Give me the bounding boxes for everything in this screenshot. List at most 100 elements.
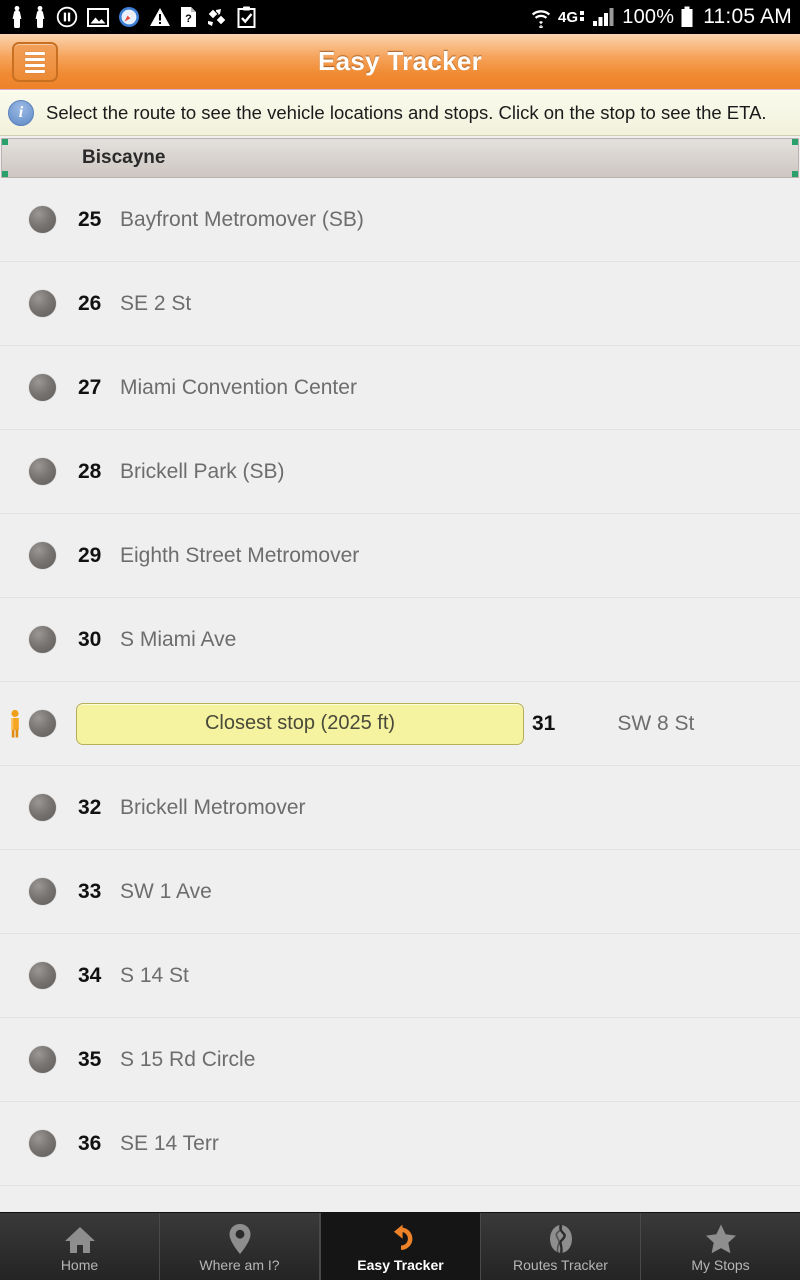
stop-number: 34 bbox=[78, 963, 102, 987]
app-root: ? 4G 100% 11:05 AM Easy Tracker i Select… bbox=[0, 0, 800, 1280]
stop-row[interactable]: 27 Miami Convention Center bbox=[0, 346, 800, 430]
question-file-icon: ? bbox=[180, 6, 197, 28]
stop-name: Bayfront Metromover (SB) bbox=[120, 207, 364, 231]
stop-row[interactable]: 37Fin. District Metromover bbox=[0, 1186, 800, 1212]
nav-item-label: My Stops bbox=[691, 1256, 750, 1273]
stop-number: 25 bbox=[78, 207, 102, 231]
stop-name: SW 1 Ave bbox=[120, 879, 212, 903]
stop-node-icon bbox=[29, 290, 56, 317]
battery-full-icon bbox=[680, 6, 694, 28]
stop-row[interactable]: 28 Brickell Park (SB) bbox=[0, 430, 800, 514]
nav-item-label: Where am I? bbox=[199, 1256, 280, 1273]
corner-accent bbox=[2, 171, 8, 177]
stop-row[interactable]: 30 S Miami Ave bbox=[0, 598, 800, 682]
status-bar-right-icons: 4G 100% 11:05 AM bbox=[530, 5, 792, 29]
corner-accent bbox=[792, 139, 798, 145]
person-icon bbox=[10, 6, 24, 28]
stop-name: S 14 St bbox=[120, 963, 189, 987]
stop-row[interactable]: 35 S 15 Rd Circle bbox=[0, 1018, 800, 1102]
stop-name: Brickell Metromover bbox=[120, 795, 306, 819]
stop-number: 30 bbox=[78, 627, 102, 651]
stop-node-icon bbox=[29, 1130, 56, 1157]
network-type-label: 4G bbox=[558, 8, 586, 26]
image-icon bbox=[87, 7, 109, 27]
nav-item-routes-tracker[interactable]: Routes Tracker bbox=[481, 1213, 641, 1280]
refresh-arrow-icon bbox=[384, 1221, 418, 1255]
star-icon bbox=[704, 1221, 738, 1255]
svg-text:?: ? bbox=[185, 13, 192, 25]
clipboard-check-icon bbox=[237, 6, 256, 28]
nav-item-home[interactable]: Home bbox=[0, 1213, 160, 1280]
status-bar: ? 4G 100% 11:05 AM bbox=[0, 0, 800, 34]
signal-bars-icon bbox=[592, 7, 616, 27]
info-banner-text: Select the route to see the vehicle loca… bbox=[46, 101, 767, 123]
info-banner: i Select the route to see the vehicle lo… bbox=[0, 90, 800, 136]
stop-name: SW 8 St bbox=[617, 711, 695, 735]
stop-node-icon bbox=[29, 794, 56, 821]
stop-node-icon bbox=[29, 878, 56, 905]
stop-name: Miami Convention Center bbox=[120, 375, 357, 399]
stop-number: 33 bbox=[78, 879, 102, 903]
stop-row[interactable]: 36 SE 14 Terr bbox=[0, 1102, 800, 1186]
corner-accent bbox=[2, 139, 8, 145]
stop-name: SE 14 Terr bbox=[120, 1131, 219, 1155]
closest-stop-badge[interactable]: Closest stop (2025 ft) bbox=[76, 702, 524, 745]
person-icon bbox=[33, 6, 47, 28]
nav-item-label: Routes Tracker bbox=[513, 1256, 608, 1273]
stop-row[interactable]: 34 S 14 St bbox=[0, 934, 800, 1018]
stop-name: Brickell Park (SB) bbox=[120, 459, 285, 483]
nav-item-easy-tracker[interactable]: Easy Tracker bbox=[320, 1213, 481, 1280]
wifi-icon bbox=[530, 6, 552, 28]
app-header: Easy Tracker bbox=[0, 34, 800, 90]
clock-label: 11:05 AM bbox=[703, 5, 792, 28]
stop-row[interactable]: Closest stop (2025 ft) 31 SW 8 St bbox=[0, 682, 800, 766]
hamburger-glyph bbox=[25, 51, 45, 73]
stop-row[interactable]: 33 SW 1 Ave bbox=[0, 850, 800, 934]
nav-item-label: Home bbox=[60, 1256, 99, 1273]
stop-node-icon bbox=[29, 374, 56, 401]
stop-number: 32 bbox=[78, 795, 102, 819]
stop-number: 35 bbox=[78, 1047, 102, 1071]
bottom-navigation: Home Where am I? Easy Tracker Routes Tracke… bbox=[0, 1212, 800, 1280]
stop-row[interactable]: 32 Brickell Metromover bbox=[0, 766, 800, 850]
stop-name: S 15 Rd Circle bbox=[120, 1047, 256, 1071]
stop-row[interactable]: 26 SE 2 St bbox=[0, 262, 800, 346]
stop-name: Eighth Street Metromover bbox=[120, 543, 360, 567]
stop-number: 31 bbox=[532, 711, 556, 735]
info-circle-icon: i bbox=[8, 99, 34, 126]
home-icon bbox=[63, 1221, 97, 1255]
stop-number: 36 bbox=[78, 1131, 102, 1155]
page-title: Easy Tracker bbox=[317, 46, 483, 76]
compass-icon bbox=[118, 6, 140, 28]
stop-list: 25 Bayfront Metromover (SB) 26 SE 2 St 27 Mia… bbox=[0, 178, 800, 1212]
globe-icon bbox=[545, 1221, 577, 1255]
stop-node-icon bbox=[29, 542, 56, 569]
battery-percent-label: 100% bbox=[622, 5, 675, 28]
nav-item-where-am-i[interactable]: Where am I? bbox=[160, 1213, 320, 1280]
stop-node-icon bbox=[29, 458, 56, 485]
corner-accent bbox=[792, 171, 798, 177]
route-header[interactable]: Biscayne bbox=[1, 138, 799, 178]
status-bar-left-icons: ? bbox=[10, 6, 256, 28]
pause-circle-icon bbox=[56, 6, 78, 28]
stop-node-icon bbox=[29, 206, 56, 233]
list-menu-icon[interactable] bbox=[12, 42, 58, 82]
stop-node-icon bbox=[29, 626, 56, 653]
stop-name: S Miami Ave bbox=[120, 627, 237, 651]
stop-name: SE 2 St bbox=[120, 291, 192, 315]
stop-row[interactable]: 29 Eighth Street Metromover bbox=[0, 514, 800, 598]
puzzle-icon bbox=[206, 7, 228, 28]
svg-text:4G: 4G bbox=[558, 9, 578, 26]
nav-item-my-stops[interactable]: My Stops bbox=[641, 1213, 800, 1280]
stop-number: 27 bbox=[78, 375, 102, 399]
nav-item-label: Easy Tracker bbox=[357, 1256, 444, 1273]
stop-list-container[interactable]: 25 Bayfront Metromover (SB) 26 SE 2 St 27 Mia… bbox=[0, 178, 800, 1212]
stop-row[interactable]: 25 Bayfront Metromover (SB) bbox=[0, 178, 800, 262]
stop-node-icon bbox=[29, 962, 56, 989]
route-name-label: Biscayne bbox=[82, 147, 166, 168]
pedestrian-icon bbox=[8, 709, 22, 739]
stop-node-icon bbox=[29, 1046, 56, 1073]
map-pin-icon bbox=[225, 1221, 255, 1255]
warning-triangle-icon bbox=[149, 7, 171, 27]
stop-number: 28 bbox=[78, 459, 102, 483]
